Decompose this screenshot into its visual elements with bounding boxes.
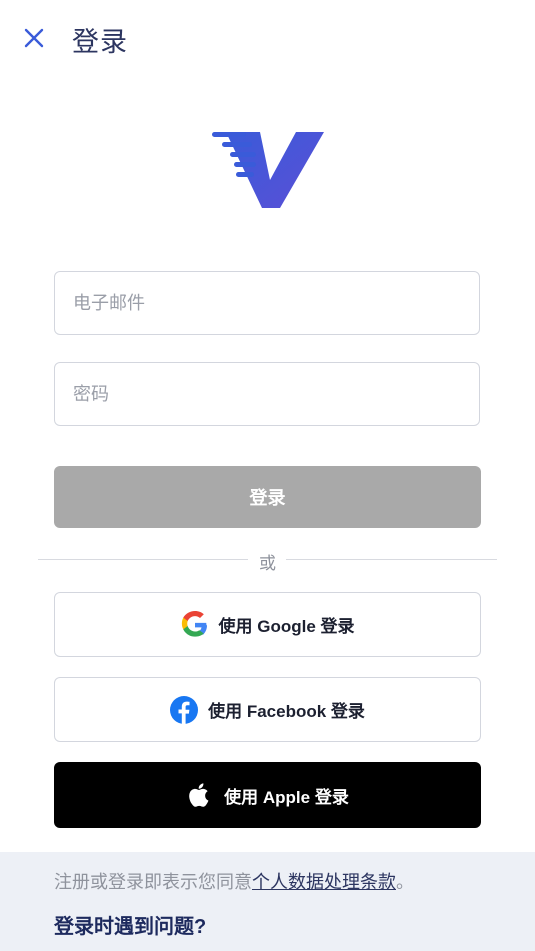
password-input[interactable] (55, 363, 479, 425)
terms-suffix: 。 (396, 872, 414, 892)
facebook-icon (170, 695, 199, 724)
header-bar: 登录 (0, 0, 535, 80)
apple-icon (186, 781, 214, 809)
apple-login-label: 使用 Apple 登录 (224, 787, 349, 807)
divider-label: 或 (259, 554, 276, 573)
login-button[interactable]: 登录 (54, 466, 481, 528)
terms-text: 注册或登录即表示您同意个人数据处理条款。 (54, 868, 414, 894)
email-input[interactable] (55, 272, 479, 334)
brand-logo (208, 128, 328, 212)
terms-link[interactable]: 个人数据处理条款 (252, 872, 396, 892)
facebook-login-label: 使用 Facebook 登录 (208, 702, 365, 721)
divider-line-right (286, 559, 497, 560)
password-field[interactable] (54, 362, 480, 426)
login-help-link[interactable]: 登录时遇到问题? (54, 910, 206, 939)
v-logo-icon (212, 132, 324, 208)
close-icon (24, 28, 44, 48)
google-icon (181, 610, 209, 639)
email-field[interactable] (54, 271, 480, 335)
close-button[interactable] (18, 22, 50, 54)
or-divider: 或 (38, 548, 497, 573)
terms-prefix: 注册或登录即表示您同意 (54, 872, 252, 892)
google-login-label: 使用 Google 登录 (218, 617, 355, 636)
google-login-button[interactable]: 使用 Google 登录 (54, 592, 481, 657)
apple-login-button[interactable]: 使用 Apple 登录 (54, 762, 481, 828)
facebook-login-button[interactable]: 使用 Facebook 登录 (54, 677, 481, 742)
page-title: 登录 (72, 27, 128, 57)
footer-panel: 注册或登录即表示您同意个人数据处理条款。 登录时遇到问题? (0, 852, 535, 951)
